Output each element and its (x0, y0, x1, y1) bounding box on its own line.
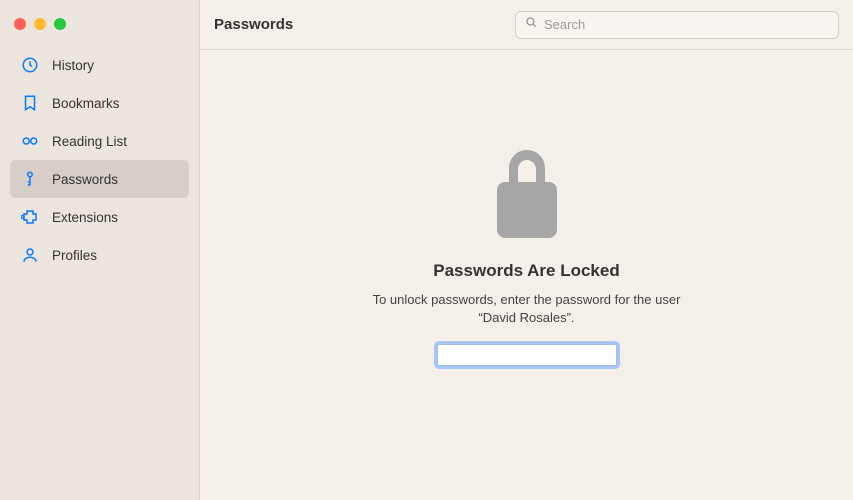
sidebar-item-label: Reading List (52, 134, 127, 149)
close-window-button[interactable] (14, 18, 26, 30)
sidebar-item-profiles[interactable]: Profiles (10, 236, 189, 274)
sidebar-item-passwords[interactable]: Passwords (10, 160, 189, 198)
sidebar-item-label: Profiles (52, 248, 97, 263)
key-icon (20, 169, 40, 189)
search-icon (524, 15, 538, 34)
puzzle-icon (20, 207, 40, 227)
sidebar-item-extensions[interactable]: Extensions (10, 198, 189, 236)
window-controls (0, 10, 199, 46)
bookmark-icon (20, 93, 40, 113)
toolbar: Passwords (200, 0, 853, 50)
sidebar: History Bookmarks Reading List Passwords (0, 0, 200, 500)
glasses-icon (20, 131, 40, 151)
unlock-password-input[interactable] (437, 344, 617, 366)
zoom-window-button[interactable] (54, 18, 66, 30)
sidebar-item-label: Extensions (52, 210, 118, 225)
sidebar-item-reading-list[interactable]: Reading List (10, 122, 189, 160)
sidebar-item-history[interactable]: History (10, 46, 189, 84)
minimize-window-button[interactable] (34, 18, 46, 30)
search-field[interactable] (515, 11, 839, 39)
sidebar-nav: History Bookmarks Reading List Passwords (0, 46, 199, 274)
sidebar-item-bookmarks[interactable]: Bookmarks (10, 84, 189, 122)
sidebar-item-label: Passwords (52, 172, 118, 187)
person-icon (20, 245, 40, 265)
locked-message: To unlock passwords, enter the password … (367, 291, 687, 326)
page-title: Passwords (214, 16, 293, 33)
lock-icon (497, 150, 557, 243)
sidebar-item-label: Bookmarks (52, 96, 120, 111)
locked-panel: Passwords Are Locked To unlock passwords… (200, 50, 853, 500)
main-pane: Passwords Passwords Are Locked To unlock… (200, 0, 853, 500)
search-input[interactable] (544, 17, 830, 32)
sidebar-item-label: History (52, 58, 94, 73)
locked-heading: Passwords Are Locked (433, 261, 619, 281)
clock-icon (20, 55, 40, 75)
